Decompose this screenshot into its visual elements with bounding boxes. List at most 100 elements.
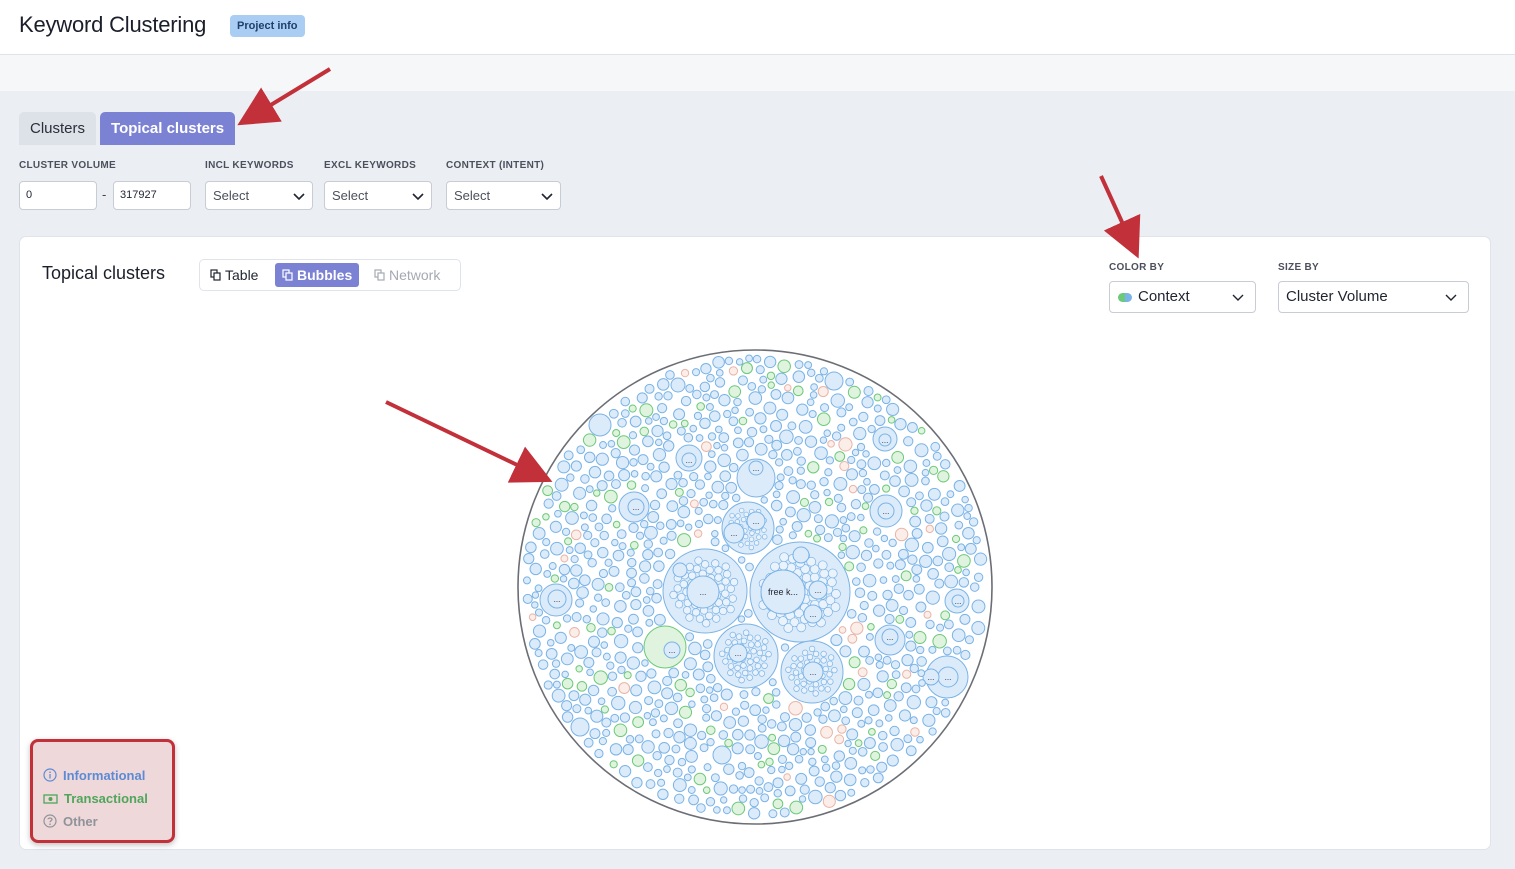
sub-cluster-bubble[interactable]	[728, 643, 748, 663]
cluster-bubble[interactable]	[653, 560, 665, 572]
cluster-bubble[interactable]	[623, 671, 632, 680]
cluster-bubble[interactable]	[703, 763, 712, 772]
cluster-bubble[interactable]	[868, 728, 876, 736]
cluster-bubble[interactable]	[921, 476, 930, 486]
cluster-bubble[interactable]	[706, 738, 715, 747]
cluster-bubble[interactable]	[542, 485, 554, 497]
cluster-bubble[interactable]	[711, 530, 719, 538]
cluster-bubble[interactable]	[531, 601, 539, 609]
cluster-bubble[interactable]	[579, 511, 588, 520]
cluster-bubble[interactable]	[776, 473, 785, 482]
cluster-bubble[interactable]	[718, 432, 730, 443]
cluster-bubble[interactable]	[710, 773, 720, 783]
cluster-bubble[interactable]	[601, 513, 612, 525]
cluster-bubble[interactable]	[597, 697, 606, 706]
cluster-bubble[interactable]	[565, 511, 579, 525]
legend-informational[interactable]: Informational	[43, 768, 145, 783]
cluster-bubble[interactable]	[890, 660, 901, 670]
cluster-bubble[interactable]	[693, 529, 703, 538]
cluster-bubble[interactable]	[882, 655, 892, 665]
cluster-bubble[interactable]	[780, 449, 793, 461]
cluster-bubble[interactable]	[596, 612, 610, 626]
cluster-bubble[interactable]	[879, 576, 888, 584]
cluster-bubble[interactable]	[681, 671, 690, 679]
cluster-bubble[interactable]	[719, 702, 729, 712]
cluster-bubble[interactable]	[710, 710, 722, 722]
cluster-bubble[interactable]	[928, 645, 937, 654]
cluster-bubble[interactable]	[865, 632, 874, 641]
cluster-bubble[interactable]	[784, 761, 794, 771]
cluster-bubble[interactable]	[588, 513, 598, 522]
cluster-bubble[interactable]	[718, 730, 729, 740]
cluster-bubble[interactable]	[911, 527, 923, 539]
cluster-bubble[interactable]	[711, 480, 725, 494]
cluster-bubble[interactable]	[957, 554, 971, 568]
cluster-bubble[interactable]	[699, 743, 709, 753]
cluster-bubble[interactable]	[586, 668, 594, 677]
cluster-bubble[interactable]	[796, 456, 806, 466]
cluster-bubble[interactable]	[932, 706, 941, 716]
cluster-bubble[interactable]	[928, 465, 939, 476]
cluster-bubble[interactable]	[915, 601, 927, 613]
cluster-bubble[interactable]	[717, 453, 732, 468]
cluster-bubble[interactable]	[591, 577, 605, 591]
cluster-bubble[interactable]	[656, 488, 668, 500]
sub-cluster-bubble[interactable]	[663, 641, 681, 659]
cluster-bubble[interactable]	[740, 700, 750, 710]
cluster-bubble[interactable]	[886, 402, 900, 417]
cluster-bubble[interactable]	[860, 778, 870, 788]
cluster-bubble[interactable]	[580, 523, 589, 532]
cluster-bubble[interactable]	[890, 737, 904, 752]
cluster-bubble[interactable]	[786, 743, 800, 756]
sub-cluster-bubble[interactable]	[878, 433, 892, 447]
cluster-bubble[interactable]	[616, 529, 627, 540]
cluster-bubble[interactable]	[864, 690, 873, 699]
cluster-bubble[interactable]	[848, 484, 858, 494]
cluster-bubble[interactable]	[906, 422, 918, 433]
cluster-bubble[interactable]	[680, 368, 690, 378]
cluster-bubble[interactable]	[628, 700, 643, 715]
cluster-bubble[interactable]	[523, 553, 535, 565]
cluster-bubble[interactable]	[870, 750, 881, 761]
cluster-bubble[interactable]	[585, 499, 598, 512]
cluster-bubble[interactable]	[652, 750, 662, 761]
cluster-bubble[interactable]	[619, 712, 631, 723]
cluster-bubble[interactable]	[721, 491, 730, 500]
color-by-dropdown[interactable]: Context	[1109, 281, 1256, 313]
cluster-bubble[interactable]	[705, 686, 714, 694]
cluster-bubble[interactable]	[847, 788, 856, 797]
cluster-bubble[interactable]	[707, 450, 716, 459]
cluster-bubble[interactable]	[628, 404, 637, 413]
cluster-bubble[interactable]	[665, 370, 675, 380]
cluster-bubble[interactable]	[723, 409, 732, 419]
cluster-bubble[interactable]	[661, 687, 674, 700]
cluster-bubble[interactable]	[674, 678, 687, 692]
cluster-bubble[interactable]	[847, 455, 856, 465]
cluster-bubble[interactable]	[819, 367, 829, 376]
cluster-bubble[interactable]	[613, 633, 629, 649]
cluster-bubble[interactable]	[572, 704, 582, 714]
cluster-bubble[interactable]	[640, 519, 649, 529]
cluster-bubble[interactable]	[646, 668, 657, 679]
cluster-bubble[interactable]	[680, 395, 692, 407]
cluster-bubble[interactable]	[891, 670, 901, 680]
cluster-bubble[interactable]	[964, 635, 974, 645]
cluster-bubble[interactable]	[783, 466, 794, 477]
cluster-bubble[interactable]	[913, 583, 925, 595]
cluster-bubble[interactable]	[792, 446, 802, 456]
cluster-bubble[interactable]	[591, 647, 602, 658]
cluster-bubble[interactable]	[882, 458, 891, 468]
excl-keywords-select[interactable]: Select	[324, 181, 432, 210]
cluster-bubble[interactable]	[823, 429, 831, 437]
cluster-bubble[interactable]	[893, 691, 904, 702]
cluster-bubble[interactable]	[739, 690, 749, 699]
cluster-bubble[interactable]	[687, 765, 696, 774]
cluster-bubble[interactable]	[659, 536, 668, 545]
cluster-bubble[interactable]	[830, 393, 845, 408]
cluster-bubble[interactable]	[604, 558, 613, 567]
network-view-button[interactable]: Network	[367, 263, 447, 287]
cluster-bubble[interactable]	[579, 693, 592, 706]
cluster-bubble[interactable]	[839, 516, 848, 524]
cluster-bubble[interactable]	[550, 574, 560, 583]
cluster-bubble[interactable]	[784, 506, 796, 518]
